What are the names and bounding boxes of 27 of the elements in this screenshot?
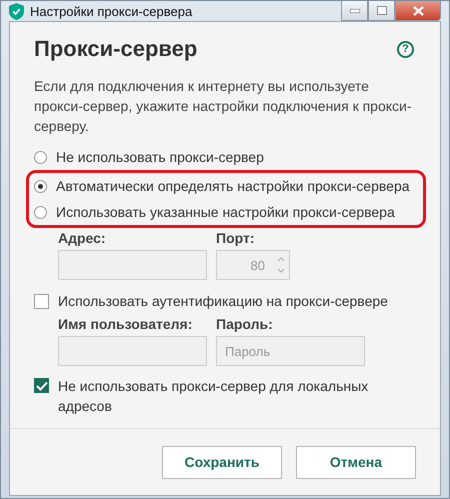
maximize-icon (376, 6, 386, 15)
radio-label[interactable]: Автоматически определять настройки прокси-сервера (56, 178, 410, 194)
save-button[interactable]: Сохранить (162, 446, 282, 478)
radio-button[interactable] (34, 150, 47, 164)
checkbox[interactable] (34, 294, 49, 308)
radio-label[interactable]: Не использовать прокси-сервер (56, 149, 264, 165)
minimize-button[interactable] (341, 1, 368, 21)
checkbox-label[interactable]: Не использовать прокси-сервер для локальных адресов (58, 376, 416, 416)
help-button[interactable]: ? (397, 40, 414, 58)
close-icon (412, 6, 424, 16)
field-label: Адрес: (58, 230, 107, 246)
field-label: Порт: (216, 230, 256, 246)
maximize-button[interactable] (368, 1, 395, 21)
close-button[interactable] (395, 1, 441, 21)
checkbox[interactable] (34, 378, 49, 393)
radio-label[interactable]: Использовать указанные настройки прокси-сервера (56, 204, 395, 220)
spinner-icon (277, 256, 285, 274)
cancel-button[interactable]: Отмена (296, 446, 416, 478)
checkbox-label[interactable]: Использовать аутентификацию на прокси-сервере (58, 293, 388, 309)
radio-button[interactable] (34, 180, 47, 192)
page-heading: Прокси-сервер (34, 36, 198, 62)
description-text: Если для подключения к интернету вы используете прокси-сервер, укажите настройки подключения к прокси-серверу. (34, 77, 413, 136)
field-label: Пароль: (216, 316, 274, 332)
field-label: Имя пользователя: (58, 316, 194, 332)
window-title: Настройки прокси-сервера (30, 4, 194, 18)
radio-button[interactable] (34, 206, 47, 218)
minimize-icon (350, 8, 360, 12)
